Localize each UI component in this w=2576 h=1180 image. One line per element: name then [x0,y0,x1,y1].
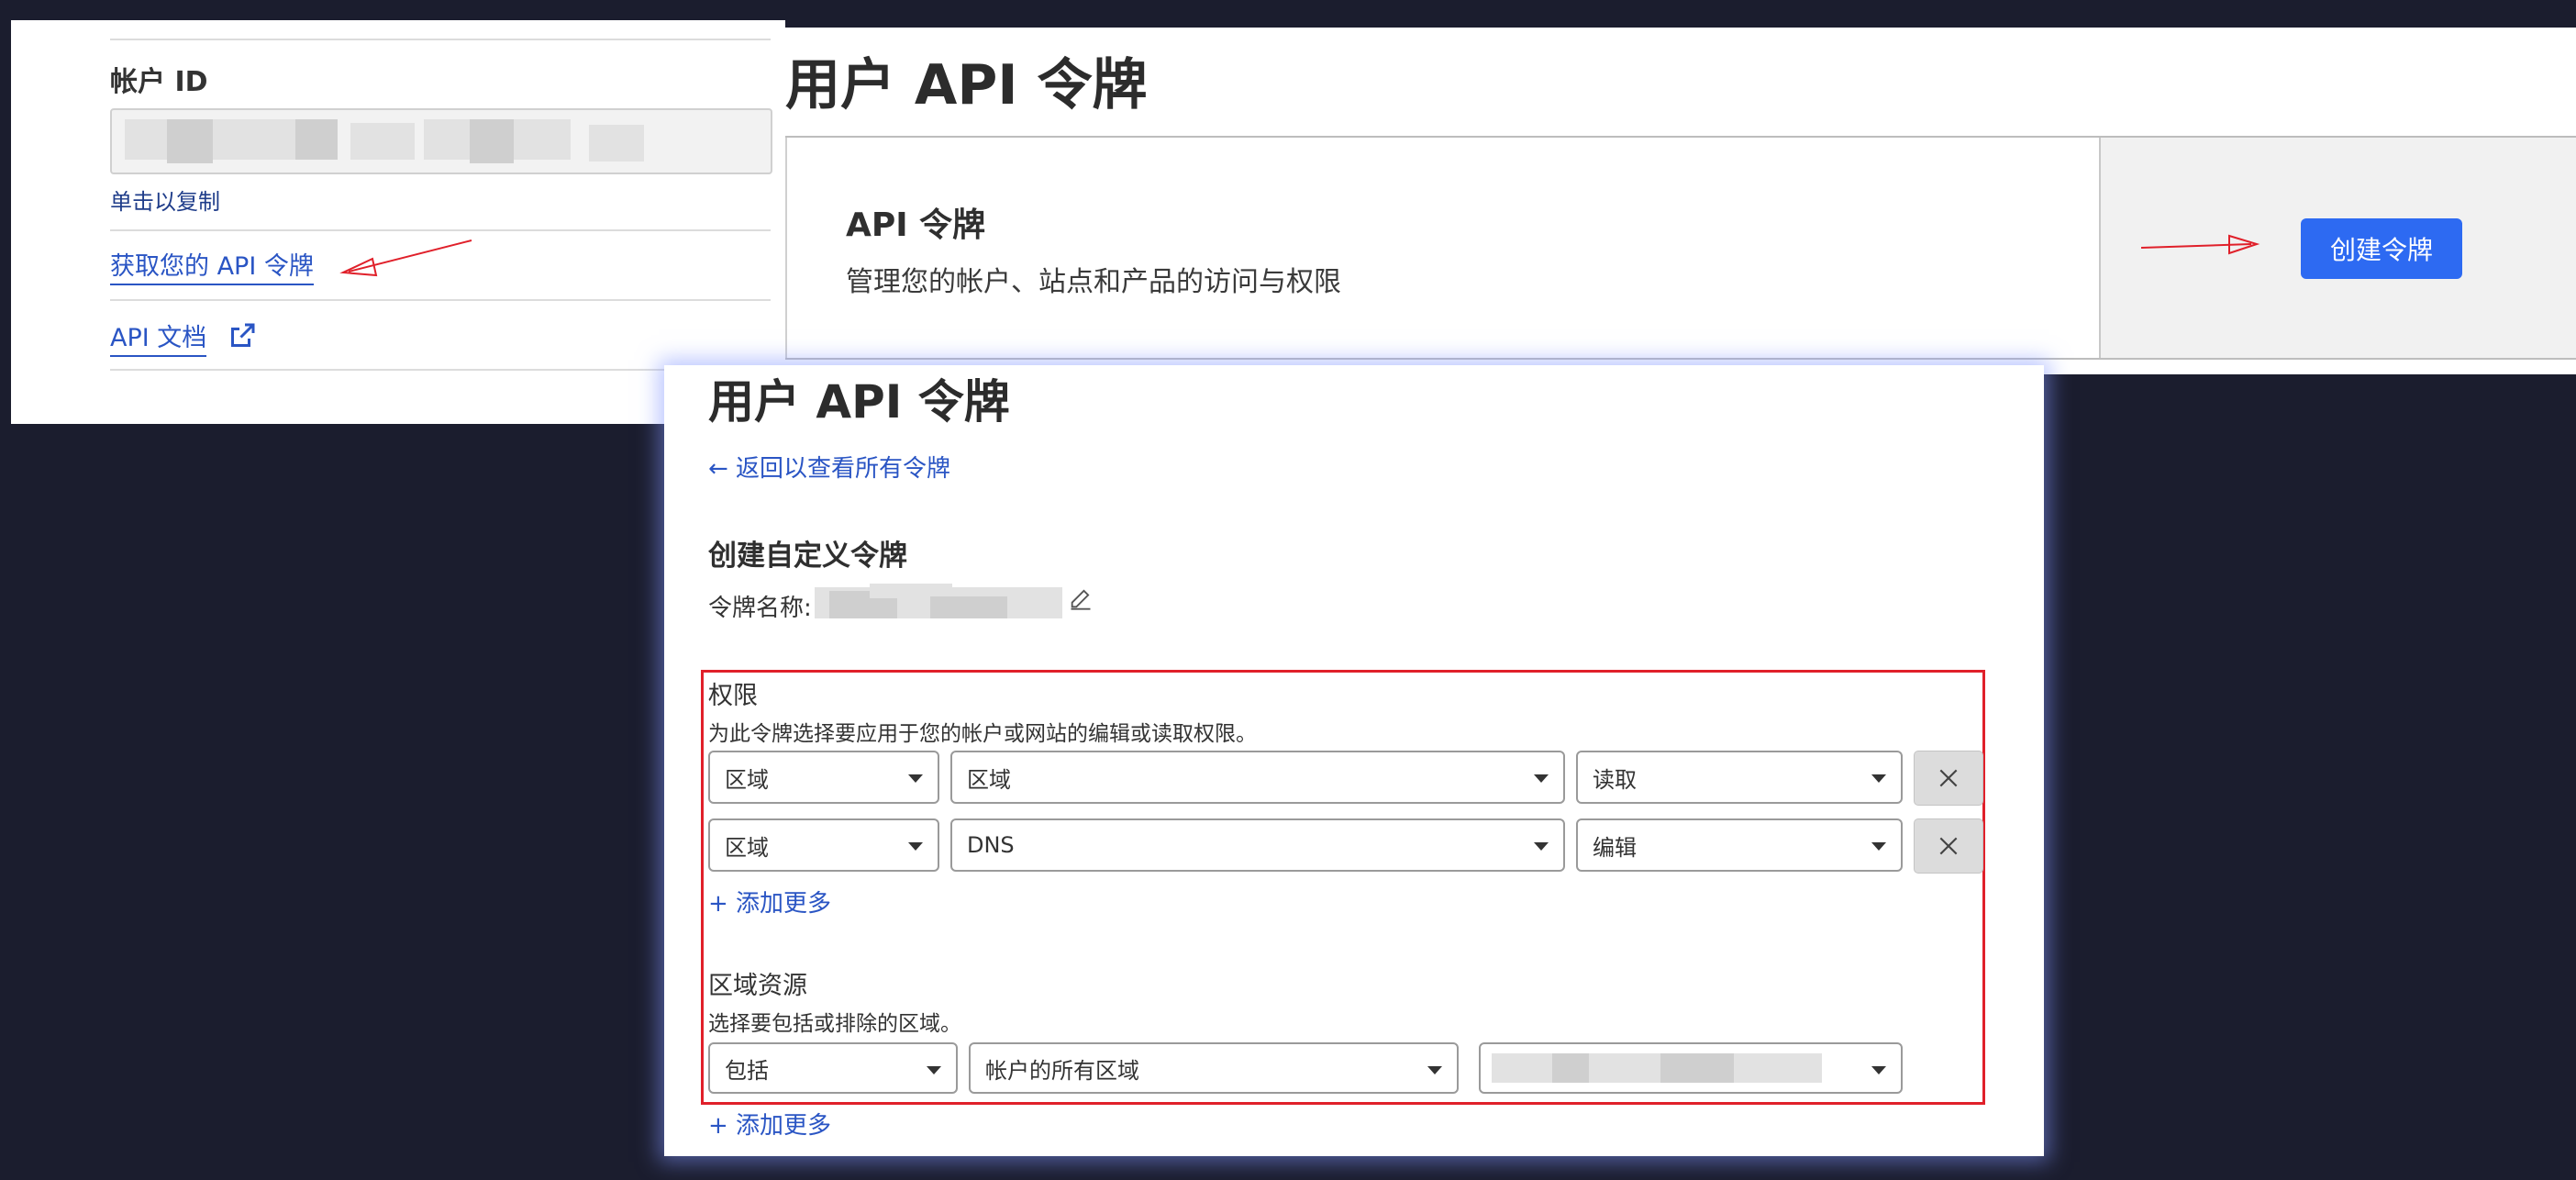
account-id-label: 帐户 ID [110,66,208,98]
api-token-card: API 令牌 管理您的帐户、站点和产品的访问与权限 [785,138,2099,358]
chevron-down-icon [1534,842,1549,851]
create-token-panel: 用户 API 令牌 ← 返回以查看所有令牌 创建自定义令牌 令牌名称: 权限 为… [664,365,2044,1156]
permission-item-select[interactable]: DNS [950,818,1565,872]
token-name-value[interactable] [815,584,1062,620]
card-title: API 令牌 [846,206,986,244]
zone-include-select[interactable]: 包括 [708,1042,958,1094]
external-link-icon[interactable] [226,319,259,352]
page-title: 用户 API 令牌 [708,375,1010,429]
chevron-down-icon [1871,1066,1886,1074]
divider [110,229,771,231]
section-title: 创建自定义令牌 [708,540,907,573]
close-icon [1939,837,1958,855]
create-token-button[interactable]: 创建令牌 [2301,218,2462,279]
chevron-down-icon [1871,842,1886,851]
card-actions: 创建令牌 [2099,138,2576,358]
permission-access-select[interactable]: 读取 [1576,751,1903,804]
annotation-arrow [2141,234,2260,255]
permissions-description: 为此令牌选择要应用于您的帐户或网站的编辑或读取权限。 [708,722,1257,746]
pencil-icon[interactable] [1068,585,1094,611]
api-tokens-panel: 用户 API 令牌 API 令牌 管理您的帐户、站点和产品的访问与权限 创建令牌 [785,28,2576,374]
zone-target-select[interactable]: 帐户的所有区域 [969,1042,1459,1094]
zone-resources-heading: 区域资源 [708,972,807,1000]
permission-access-select[interactable]: 编辑 [1576,818,1903,872]
divider [110,299,771,301]
divider [110,39,771,40]
permissions-heading: 权限 [708,682,758,710]
permission-item-select[interactable]: 区域 [950,751,1565,804]
account-id-field[interactable] [110,108,772,174]
token-name-label: 令牌名称: [708,595,812,622]
chevron-down-icon [927,1066,941,1074]
remove-permission-button[interactable] [1914,751,1983,806]
zone-account-select[interactable] [1479,1042,1903,1094]
close-icon [1939,769,1958,787]
chevron-down-icon [908,842,923,851]
annotation-arrow [339,239,472,277]
remove-permission-button[interactable] [1914,818,1983,874]
page-title: 用户 API 令牌 [785,53,1148,117]
chevron-down-icon [1871,774,1886,783]
chevron-down-icon [908,774,923,783]
back-link[interactable]: ← 返回以查看所有令牌 [708,450,950,484]
permission-scope-select[interactable]: 区域 [708,818,939,872]
card-description: 管理您的帐户、站点和产品的访问与权限 [846,266,1341,298]
api-token-section: API 令牌 管理您的帐户、站点和产品的访问与权限 创建令牌 [785,136,2576,360]
chevron-down-icon [1534,774,1549,783]
account-panel: 帐户 ID 单击以复制 获取您的 API 令牌 API 文档 [11,20,785,424]
permission-scope-select[interactable]: 区域 [708,751,939,804]
chevron-down-icon [1427,1066,1442,1074]
api-docs-link[interactable]: API 文档 [110,317,207,357]
zone-resources-description: 选择要包括或排除的区域。 [708,1012,961,1036]
add-permission-link[interactable]: + 添加更多 [708,885,831,918]
add-zone-link[interactable]: + 添加更多 [708,1107,831,1141]
copy-hint[interactable]: 单击以复制 [110,184,220,216]
get-api-token-link[interactable]: 获取您的 API 令牌 [110,246,314,285]
